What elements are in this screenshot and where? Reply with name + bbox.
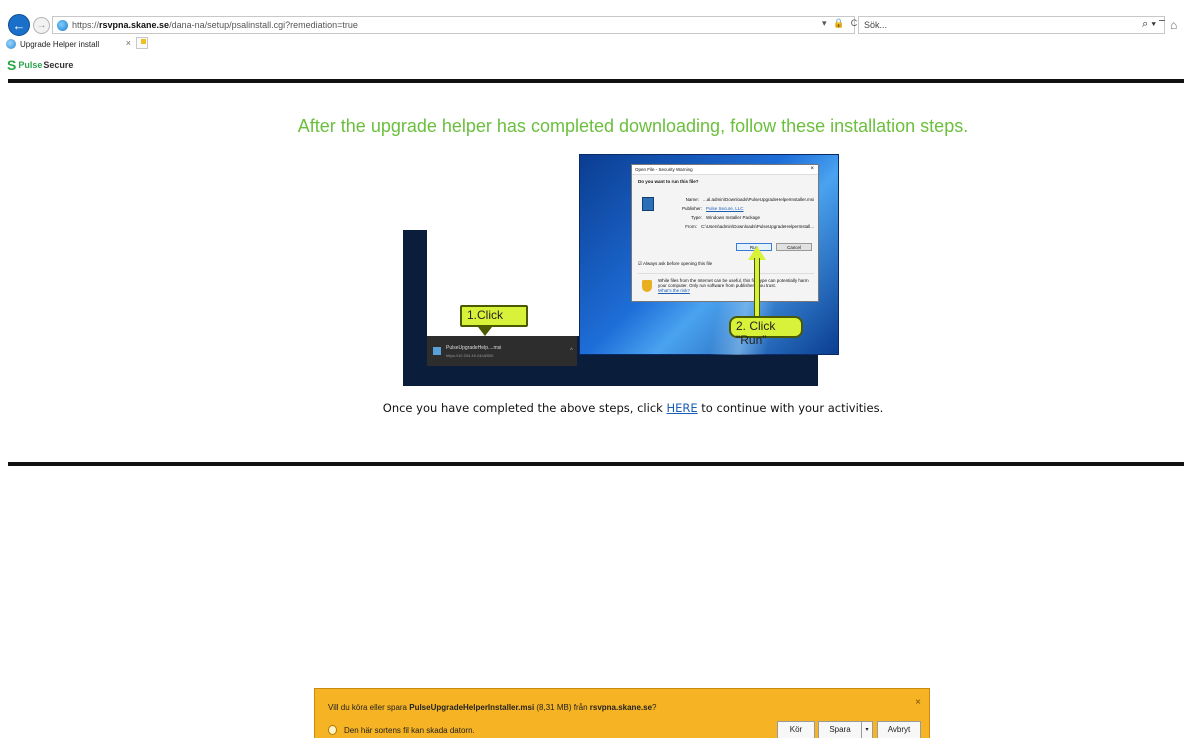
prompt-size: (8,31 MB) från (534, 703, 590, 712)
url-path: /dana-na/setup/psalinstall.cgi?remediati… (169, 20, 358, 30)
field-key: Publisher: (681, 206, 702, 211)
prompt-host: rsvpna.skane.se (589, 703, 653, 712)
field-row: Type: Windows Installer Package (674, 215, 814, 220)
dialog-warning: While files from the Internet can be use… (638, 273, 814, 299)
installer-file-icon (433, 347, 441, 355)
site-icon (57, 19, 68, 31)
save-options-chevron-icon[interactable]: ▾ (861, 721, 873, 738)
search-input[interactable]: Sök... ⌕ ▾ (858, 16, 1165, 34)
arrow-right-icon: → (36, 20, 47, 31)
tab-title: Upgrade Helper install (20, 39, 100, 49)
field-value: ...al.admin\Downloads\PulseUpgradeHelper… (702, 197, 814, 202)
download-warning-text: Den här sortens fil kan skada datorn. (344, 725, 475, 735)
dialog-cancel-button-image: Cancel (776, 243, 812, 251)
dialog-title: Open File - Security Warning × (632, 165, 818, 175)
dialog-question: Do you want to run this file? (638, 179, 699, 184)
arrow-left-icon: ← (12, 17, 26, 33)
field-key: From: (685, 224, 697, 229)
search-placeholder: Sök... (864, 20, 888, 30)
back-button[interactable]: ← (8, 14, 30, 36)
download-warning: Den här sortens fil kan skada datorn. (328, 725, 475, 735)
address-bar: ← → https://rsvpna.skane.se/dana-na/setu… (0, 14, 1184, 36)
shield-icon (642, 280, 652, 292)
tab-bar: Upgrade Helper install × (0, 37, 1184, 51)
prompt-end: ? (652, 703, 657, 712)
url-field[interactable]: https://rsvpna.skane.se/dana-na/setup/ps… (52, 16, 855, 34)
download-notification-bar: Vill du köra eller spara PulseUpgradeHel… (314, 688, 930, 738)
run-button[interactable]: Kör (777, 721, 815, 738)
prompt-text: Vill du köra eller spara (328, 703, 410, 712)
field-row: Publisher: Pulse Secure, LLC (674, 206, 814, 211)
tab-upgrade-helper[interactable]: Upgrade Helper install × (6, 37, 131, 51)
field-row: From: C:\Users\admin\Downloads\PulseUpgra… (674, 224, 814, 229)
field-row: Name: ...al.admin\Downloads\PulseUpgradeH… (674, 197, 814, 202)
installer-package-icon (642, 197, 654, 211)
tab-close-icon[interactable]: × (126, 38, 131, 48)
callout-step-2: 2. Click "Run" (729, 316, 803, 347)
notification-close-icon[interactable]: × (915, 697, 921, 708)
download-url: https://10.204.49.24/dl/000 (446, 352, 494, 358)
always-ask-checkbox-image: ☑ Always ask before opening this file (638, 261, 713, 266)
url-host: rsvpna.skane.se (99, 20, 170, 30)
forward-button[interactable]: → (33, 17, 50, 34)
download-prompt: Vill du köra eller spara PulseUpgradeHel… (328, 703, 656, 712)
field-key: Name: (685, 197, 699, 202)
cancel-button[interactable]: Avbryt (877, 721, 921, 738)
continue-instruction: Once you have completed the above steps,… (8, 401, 1184, 415)
pulse-secure-logo: S Pulse Secure (7, 58, 73, 72)
field-value: Windows Installer Package (706, 215, 761, 220)
divider-top (8, 79, 1184, 83)
warning-text: While files from the Internet can be use… (658, 278, 809, 288)
callout-step-1: 1.Click (460, 305, 528, 336)
url-prefix: https:// (72, 20, 100, 30)
home-icon[interactable]: ⌂ (1170, 18, 1177, 32)
chevron-up-icon: ^ (570, 348, 573, 354)
security-warning-dialog-image: Open File - Security Warning × Do you wa… (631, 164, 819, 302)
field-value: C:\Users\admin\Downloads\PulseUpgradeHel… (700, 224, 814, 229)
prompt-filename: PulseUpgradeHelperInstaller.msi (409, 703, 535, 712)
arrow-shaft (754, 258, 760, 318)
divider-bottom (8, 462, 1184, 466)
installation-illustration: PulseUpgradeHelp....msi https://10.204.4… (403, 154, 839, 386)
pulse-logo-icon: S (7, 57, 17, 73)
download-bar-image: PulseUpgradeHelp....msi https://10.204.4… (427, 336, 577, 366)
publisher-link: Pulse Secure, LLC (706, 206, 744, 211)
brand-name-secure: Secure (43, 60, 74, 70)
search-icon[interactable]: ⌕ ▾ (1142, 18, 1156, 31)
here-link[interactable]: HERE (666, 401, 697, 415)
save-button[interactable]: Spara (818, 721, 862, 738)
brand-name-pulse: Pulse (18, 60, 43, 70)
minimize-icon[interactable] (1159, 20, 1165, 21)
dialog-title-text: Open File - Security Warning (635, 167, 693, 172)
warning-shield-icon (328, 725, 337, 735)
url-controls[interactable]: ▾ 🔒 C (822, 18, 859, 29)
field-key: Type: (690, 215, 702, 220)
risk-link: What's the risk? (658, 288, 690, 293)
new-tab-button[interactable] (136, 37, 148, 49)
close-icon: × (810, 166, 814, 172)
instruction-text-before: Once you have completed the above steps,… (382, 401, 667, 415)
instruction-text-after: to continue with your activities. (697, 401, 884, 415)
checkbox-label: Always ask before opening this file (643, 261, 713, 266)
tab-site-icon (6, 39, 16, 49)
page-heading: After the upgrade helper has completed d… (297, 116, 969, 136)
dialog-fields: Name: ...al.admin\Downloads\PulseUpgradeH… (674, 197, 814, 233)
download-filename: PulseUpgradeHelp....msi (446, 344, 502, 351)
